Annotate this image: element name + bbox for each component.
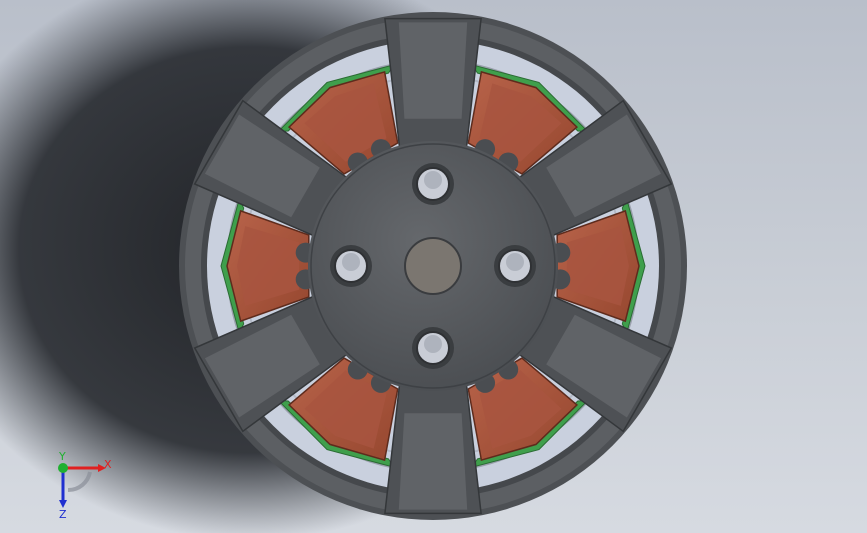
3d-viewport[interactable] — [0, 0, 867, 533]
x-axis-label: X — [104, 458, 112, 471]
spoke-face — [398, 413, 468, 510]
bolt-hole-depth — [424, 171, 442, 189]
center-shaft[interactable] — [404, 237, 462, 295]
motor-model[interactable] — [179, 12, 687, 520]
bolt-hole-depth — [506, 253, 524, 271]
y-axis-label: Y — [58, 450, 66, 463]
bolt-hole-depth — [342, 253, 360, 271]
axis-triad: X Y Z — [58, 450, 112, 520]
bolt-hole-depth — [424, 335, 442, 353]
z-axis-arrow — [59, 500, 67, 508]
spoke-face — [398, 22, 468, 119]
triad-arc — [67, 471, 92, 493]
y-axis-point — [58, 463, 68, 473]
z-axis-label: Z — [59, 508, 67, 520]
